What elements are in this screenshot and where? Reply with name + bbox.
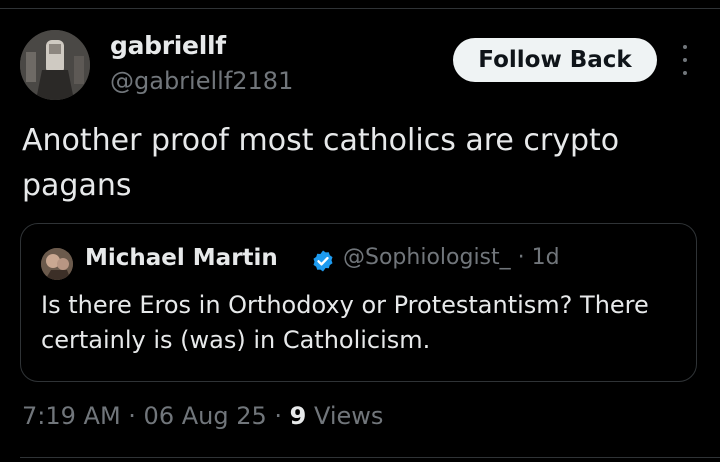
more-dot — [683, 71, 687, 75]
more-dot — [683, 45, 687, 49]
quoted-tweet-text: Is there Eros in Orthodoxy or Protestant… — [41, 291, 649, 354]
follow-back-button[interactable]: Follow Back — [453, 38, 657, 82]
more-vertical-icon[interactable] — [676, 45, 694, 75]
quoted-author-avatar[interactable] — [41, 248, 73, 280]
quoted-avatar-image — [41, 248, 73, 280]
verified-badge-icon — [313, 250, 333, 272]
tweet-meta: 7:19 AM · 06 Aug 25 · 9 Views — [22, 402, 383, 430]
tweet-text: Another proof most catholics are crypto … — [22, 123, 620, 203]
quoted-author-name[interactable]: Michael Martin — [85, 245, 278, 271]
views-count: 9 — [289, 402, 307, 430]
meta-separator: · — [266, 402, 290, 430]
tweet-date[interactable]: 06 Aug 25 — [144, 402, 267, 430]
tweet-time[interactable]: 7:19 AM — [22, 402, 121, 430]
quoted-tweet-card[interactable]: Michael Martin @Sophiologist_ · 1d Is th… — [20, 223, 697, 382]
avatar-image — [20, 30, 90, 100]
author-display-name[interactable]: gabriellf — [110, 31, 226, 60]
top-divider — [0, 8, 720, 9]
meta-separator: · — [120, 402, 144, 430]
views-label: Views — [306, 402, 384, 430]
bottom-divider — [20, 457, 720, 458]
author-handle[interactable]: @gabriellf2181 — [110, 67, 293, 95]
author-avatar[interactable] — [20, 30, 90, 100]
quoted-handle-and-time[interactable]: @Sophiologist_ · 1d — [343, 245, 560, 270]
more-dot — [683, 58, 687, 62]
